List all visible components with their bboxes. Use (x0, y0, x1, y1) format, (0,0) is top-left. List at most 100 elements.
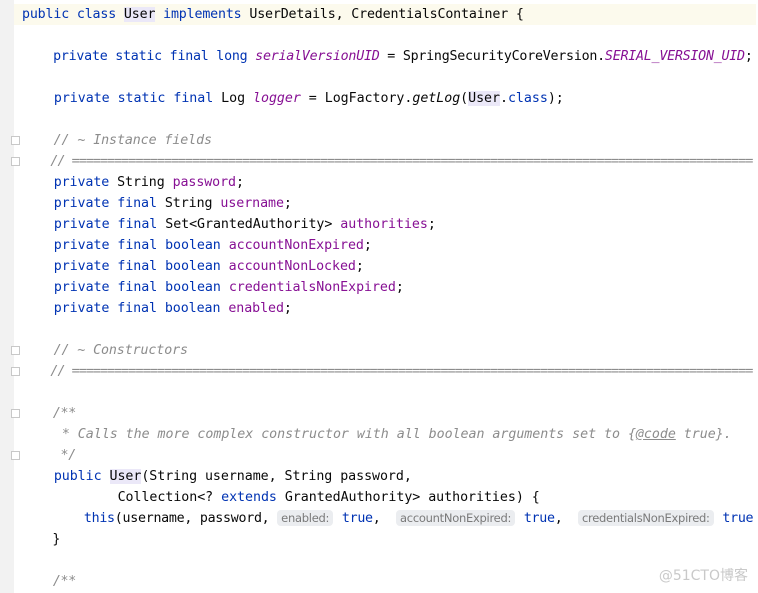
code-line[interactable]: * Calls the more complex constructor wit… (22, 424, 756, 445)
parameter-hint: accountNonExpired: (396, 510, 516, 526)
code-token: extends (221, 490, 285, 505)
code-token: accountNonExpired (228, 238, 364, 253)
fold-marker-icon[interactable] (11, 157, 20, 166)
code-line[interactable]: public User(String username, String pass… (22, 466, 756, 487)
code-line[interactable]: private final Set<GrantedAuthority> auth… (22, 214, 756, 235)
code-line[interactable] (22, 25, 756, 46)
code-line[interactable]: private final boolean credentialsNonExpi… (22, 277, 756, 298)
code-token: authorities (340, 217, 428, 232)
code-token: @code (635, 427, 676, 442)
code-token: = LogFactory. (300, 91, 413, 106)
code-line[interactable] (22, 382, 756, 403)
code-token: Set<GrantedAuthority> (165, 217, 341, 232)
code-token: accountNonLocked (228, 259, 356, 274)
code-token: // =====================================… (22, 154, 753, 169)
code-token: true (523, 511, 555, 526)
code-line[interactable]: private String password; (22, 172, 756, 193)
code-token: this (83, 511, 115, 526)
code-token: private (22, 175, 118, 190)
code-line[interactable]: private final boolean enabled; (22, 298, 756, 319)
code-token: . (500, 91, 508, 106)
code-token: (String username, String password, (141, 469, 412, 484)
parameter-hint: enabled: (277, 510, 334, 526)
code-token: } (22, 532, 60, 547)
code-line[interactable]: private static final long serialVersionU… (22, 46, 756, 67)
code-token: GrantedAuthority> authorities) { (284, 490, 540, 505)
fold-marker-icon[interactable] (11, 409, 20, 418)
code-line[interactable]: } (22, 529, 756, 550)
code-token: true (341, 511, 373, 526)
code-token: // ~ Constructors (22, 343, 188, 358)
code-token: private final boolean (22, 238, 229, 253)
watermark: @51CTO博客 (658, 568, 748, 584)
code-line[interactable] (22, 319, 756, 340)
code-token: * Calls the more complex constructor wit… (22, 427, 636, 442)
fold-marker-icon[interactable] (11, 367, 20, 376)
code-token: logger (253, 91, 301, 106)
code-token: User (123, 7, 156, 22)
code-line[interactable]: /** (22, 403, 756, 424)
code-line[interactable]: private final boolean accountNonLocked; (22, 256, 756, 277)
code-token: enabled (228, 301, 284, 316)
code-token: /** (22, 574, 76, 589)
fold-marker-icon[interactable] (11, 346, 20, 355)
code-line[interactable]: // =====================================… (22, 151, 756, 172)
code-token: private final (22, 196, 165, 211)
code-token: // ~ Instance fields (22, 133, 212, 148)
code-token: Log (221, 91, 254, 106)
fold-marker-icon[interactable] (11, 136, 20, 145)
code-line[interactable]: // ~ Instance fields (22, 130, 756, 151)
code-line[interactable]: Collection<? extends GrantedAuthority> a… (22, 487, 756, 508)
code-token: class (507, 91, 548, 106)
code-token: ; (427, 217, 436, 232)
code-token: credentialsNonExpired (228, 280, 396, 295)
code-token: ( (460, 91, 469, 106)
code-token: getLog (412, 91, 461, 106)
code-token: User (468, 91, 500, 106)
code-line[interactable]: this(username, password, enabled: true, … (22, 508, 756, 529)
code-token: = SpringSecurityCoreVersion. (379, 49, 605, 64)
code-line[interactable] (22, 109, 756, 130)
code-token: ; (395, 280, 404, 295)
code-token: /** (22, 406, 76, 421)
code-token: ; (363, 238, 372, 253)
code-token: SERIAL_VERSION_UID (604, 49, 745, 64)
code-line[interactable] (22, 550, 756, 571)
code-line[interactable]: // ~ Constructors (22, 340, 756, 361)
editor-gutter (0, 0, 14, 593)
code-line[interactable] (22, 67, 756, 88)
code-token: String (164, 196, 221, 211)
code-line[interactable]: private static final Log logger = LogFac… (22, 88, 756, 109)
code-token: serialVersionUID (255, 49, 380, 64)
code-token: true}. (675, 427, 732, 442)
code-token: private static final long (22, 49, 256, 64)
code-token: ; (235, 175, 244, 190)
code-line[interactable]: private final String username; (22, 193, 756, 214)
code-token: String (117, 175, 173, 190)
code-line[interactable]: /** (22, 571, 756, 592)
code-token: private final boolean (22, 259, 229, 274)
code-token: ); (547, 91, 564, 106)
fold-marker-icon[interactable] (11, 451, 20, 460)
code-token: public class (22, 7, 124, 22)
code-token: password (172, 175, 236, 190)
code-token: User (109, 469, 142, 484)
code-line[interactable]: */ (22, 445, 756, 466)
code-token: ; (283, 301, 292, 316)
code-token: ; (355, 259, 364, 274)
code-token: username (220, 196, 284, 211)
code-token: private final (22, 217, 166, 232)
code-token: implements (155, 7, 250, 22)
code-line[interactable]: public class User implements UserDetails… (14, 4, 756, 25)
code-line[interactable]: // =====================================… (22, 361, 756, 382)
code-token: private final boolean (22, 280, 229, 295)
code-token: ; (744, 49, 753, 64)
code-token: ; (283, 196, 292, 211)
code-token: , (554, 511, 578, 526)
code-line[interactable]: private final boolean accountNonExpired; (22, 235, 756, 256)
code-editor[interactable]: public class User implements UserDetails… (14, 4, 756, 592)
code-token: public (22, 469, 110, 484)
